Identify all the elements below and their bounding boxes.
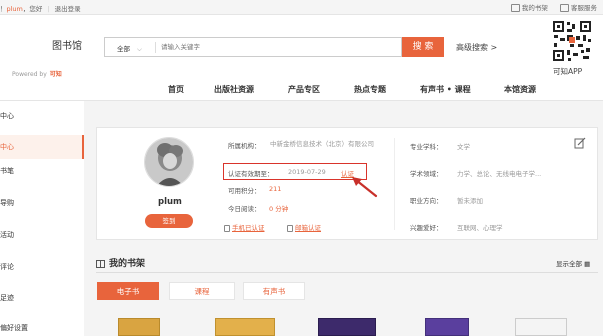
book-cover[interactable] [215, 318, 275, 336]
customer-service-link[interactable]: 客服服务 [560, 2, 597, 12]
column-divider [394, 138, 395, 230]
book-cover[interactable] [118, 318, 160, 336]
top-bar: ！plum，您好 | 退出登录 我的书架 客服服务 [0, 0, 603, 15]
search-scope-value: 全部 [117, 45, 130, 53]
tab-courses[interactable]: 课程 [169, 282, 235, 300]
show-all-link[interactable]: 显示全部 ▦ [556, 258, 590, 268]
search-input[interactable] [161, 40, 396, 54]
divider: | [47, 5, 50, 13]
nav-audiobooks-courses[interactable]: 有声书 • 课程 [420, 84, 471, 95]
hobby-label: 兴趣爱好： [410, 224, 443, 232]
cert-date: 2019-07-29 [288, 168, 326, 176]
main-nav: 首页 出版社资源 产品专区 热点专题 有声书 • 课程 本馆资源 [0, 79, 603, 101]
library-title[interactable]: 图书馆 [52, 37, 82, 52]
field-value: 力学、总论、无线电电子学... [457, 170, 542, 178]
nav-home[interactable]: 首页 [168, 84, 184, 95]
job-label: 职业方向： [410, 197, 443, 205]
phone-cert-link[interactable]: 手机已认证 [224, 222, 265, 232]
advanced-search-link[interactable]: 高级搜索 > [456, 42, 497, 53]
profile-username: plum [158, 197, 182, 207]
email-icon [287, 224, 293, 232]
bookshelf-divider [96, 272, 598, 273]
edit-icon[interactable] [574, 137, 586, 149]
tab-audiobooks[interactable]: 有声书 [243, 282, 305, 300]
phone-icon [224, 224, 230, 232]
signin-button[interactable]: 签到 [145, 214, 193, 228]
powered-brand: 可知 [49, 71, 62, 78]
sidebar-item-preferences[interactable]: 偏好设置 [0, 323, 84, 333]
search-scope-select[interactable]: 全部 ⌵ [117, 43, 142, 54]
show-all-label: 显示全部 [556, 260, 582, 268]
job-value: 暂未添加 [457, 197, 483, 205]
avatar[interactable] [144, 137, 194, 187]
sidebar-item-center[interactable]: 中心 [0, 135, 84, 159]
email-cert-label: 邮箱认证 [295, 224, 321, 232]
sidebar-heading: 中心 [0, 112, 14, 120]
reading-label: 今日阅读： [228, 205, 261, 213]
sidebar-item-activities[interactable]: 活动 [0, 230, 84, 240]
avatar-image [145, 138, 193, 186]
book-icon [96, 259, 105, 268]
arrow-icon [352, 177, 378, 198]
greeting-suffix: ，您好 [22, 5, 43, 13]
top-bar-right: 我的书架 客服服务 [501, 2, 597, 12]
qr-code-icon [552, 20, 592, 62]
major-label: 专业学科： [410, 143, 443, 151]
customer-service-label: 客服服务 [571, 4, 597, 12]
cert-label: 认证有效期至： [228, 170, 274, 178]
nav-hot-topics[interactable]: 热点专题 [354, 84, 386, 95]
sidebar-item-history[interactable]: 足迹 [0, 293, 84, 303]
field-label: 学术领域： [410, 170, 443, 178]
nav-publisher-resources[interactable]: 出版社资源 [214, 84, 254, 95]
search-button[interactable]: 搜 索 [402, 37, 444, 57]
nav-products[interactable]: 产品专区 [288, 84, 320, 95]
sidebar: 中心 中心 书笔 导购 活动 评论 足迹 偏好设置 [0, 101, 84, 336]
search-box: 全部 ⌵ [104, 37, 402, 57]
points-value: 211 [269, 185, 282, 193]
points-label: 可用积分： [228, 187, 261, 195]
top-bar-left: ！plum，您好 | 退出登录 [0, 3, 81, 13]
book-cover[interactable] [425, 318, 469, 336]
bookshelf-title-label: 我的书架 [109, 259, 146, 269]
nav-library-resources[interactable]: 本馆资源 [504, 84, 536, 95]
book-cover[interactable] [318, 318, 376, 336]
sidebar-item-comments[interactable]: 评论 [0, 262, 84, 272]
bookshelf-title: 我的书架 [96, 256, 145, 269]
phone-cert-label: 手机已认证 [232, 224, 265, 232]
powered-by: Powered by 可知 [12, 69, 62, 78]
major-value: 文学 [457, 143, 470, 151]
sidebar-item-purchases[interactable]: 导购 [0, 198, 84, 208]
service-icon [560, 4, 569, 12]
org-label: 所属机构： [228, 142, 261, 150]
powered-by-text: Powered by [12, 71, 47, 78]
top-username[interactable]: plum [7, 5, 23, 13]
my-shelf-link[interactable]: 我的书架 [510, 2, 548, 12]
book-cover[interactable] [515, 318, 567, 336]
hobby-value: 互联网、心理学 [457, 224, 503, 232]
search-divider [155, 42, 156, 53]
bookshelf-icon [510, 4, 520, 12]
org-value: 中新金桥信息技术（北京）有限公司 [270, 140, 374, 148]
tab-ebooks[interactable]: 电子书 [97, 282, 159, 300]
chevron-down-icon: ⌵ [137, 45, 142, 53]
my-shelf-label: 我的书架 [521, 4, 548, 12]
grid-icon: ▦ [584, 260, 591, 268]
reading-value: 0 分钟 [269, 205, 289, 213]
app-label: 可知APP [553, 67, 583, 76]
logout-link[interactable]: 退出登录 [55, 5, 81, 13]
email-cert-link[interactable]: 邮箱认证 [287, 222, 321, 232]
sidebar-item-notes[interactable]: 书笔 [0, 166, 84, 176]
